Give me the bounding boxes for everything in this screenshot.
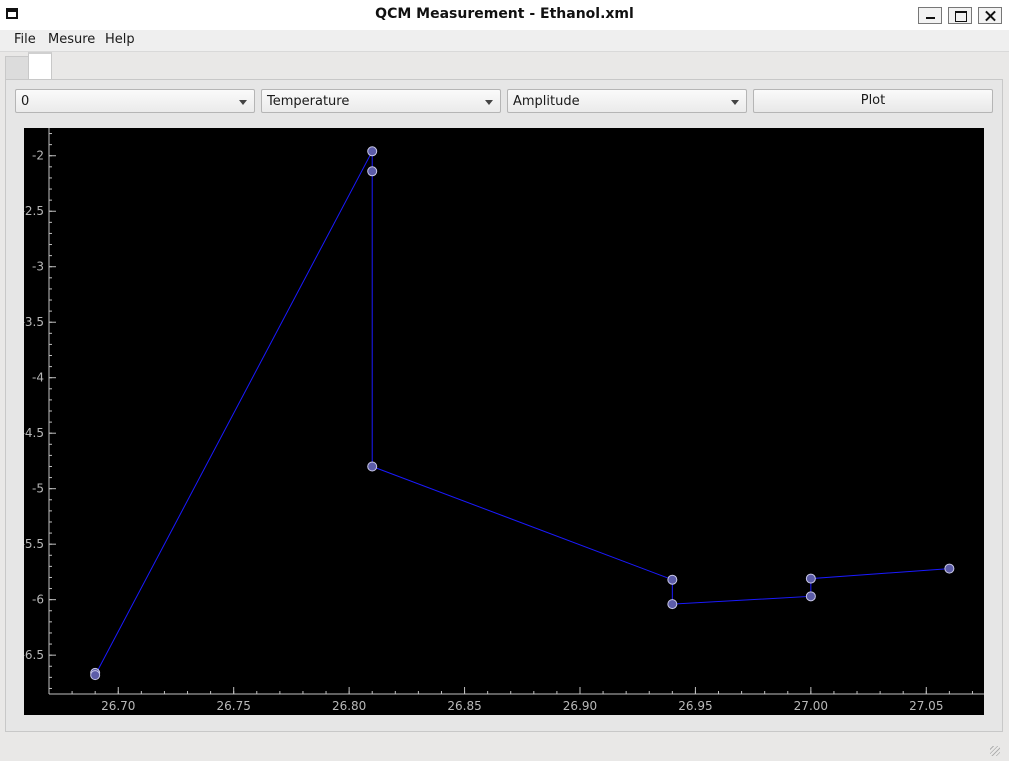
- tab-current[interactable]: [28, 52, 52, 79]
- data-point: [667, 574, 678, 585]
- y-tick-label: -3.5: [24, 315, 44, 329]
- y-tick-label: -5.5: [24, 537, 44, 551]
- data-point: [667, 599, 678, 610]
- y-tick-label: -2.5: [24, 204, 44, 218]
- y-axis-select-value: Amplitude: [513, 94, 580, 109]
- close-button[interactable]: [978, 7, 1002, 24]
- y-tick-label: -5: [32, 482, 44, 496]
- chart-svg: -2 -2.5 -3 -3.5 -4 -4.5 -5 -5.5 -6 -6.5 26.70 26.75…: [21, 128, 984, 715]
- y-tick-label: -4.5: [24, 426, 44, 440]
- x-axis-select-value: Temperature: [267, 94, 350, 109]
- y-axis-select[interactable]: Amplitude: [507, 89, 747, 113]
- data-point: [805, 591, 816, 602]
- x-tick-label: 26.80: [332, 699, 366, 713]
- data-point: [944, 563, 955, 574]
- series-line: [94, 151, 950, 676]
- x-tick-label: 26.90: [563, 699, 597, 713]
- menu-mesure[interactable]: Mesure: [48, 32, 95, 47]
- x-tick-label: 27.05: [909, 699, 943, 713]
- data-point: [367, 146, 378, 157]
- maximize-button[interactable]: [948, 7, 972, 24]
- window-title: QCM Measurement - Ethanol.xml: [375, 6, 634, 22]
- y-tick-label: -4: [32, 371, 44, 385]
- x-tick-label: 27.00: [794, 699, 828, 713]
- data-point: [90, 670, 101, 681]
- y-tick-label: -3: [32, 260, 44, 274]
- chevron-down-icon: [731, 100, 739, 105]
- status-bar: [5, 734, 1004, 760]
- tab-bar: [5, 51, 1004, 79]
- x-tick-label: 26.70: [101, 699, 135, 713]
- x-tick-label: 26.85: [447, 699, 481, 713]
- menu-file[interactable]: File: [14, 32, 36, 47]
- y-tick-label: -2: [32, 149, 44, 163]
- x-tick-label: 26.75: [217, 699, 251, 713]
- y-tick-label: -6.5: [24, 648, 44, 662]
- chevron-down-icon: [485, 100, 493, 105]
- y-tick-label: -6: [32, 593, 44, 607]
- tab-previous[interactable]: [5, 56, 29, 79]
- x-axis-select[interactable]: Temperature: [261, 89, 501, 113]
- menu-bar: File Mesure Help: [0, 30, 1009, 52]
- x-tick-label: 26.95: [678, 699, 712, 713]
- resize-grip-icon[interactable]: [990, 746, 1000, 756]
- sample-select-value: 0: [21, 94, 30, 109]
- data-point: [805, 573, 816, 584]
- data-point: [367, 166, 378, 177]
- sample-select[interactable]: 0: [15, 89, 255, 113]
- chevron-down-icon: [239, 100, 247, 105]
- minimize-button[interactable]: [918, 7, 942, 24]
- plot-area[interactable]: -2 -2.5 -3 -3.5 -4 -4.5 -5 -5.5 -6 -6.5 26.70 26.75…: [21, 128, 984, 715]
- data-point: [367, 461, 378, 472]
- menu-help[interactable]: Help: [105, 32, 135, 47]
- plot-button[interactable]: Plot: [753, 89, 993, 113]
- title-bar: QCM Measurement - Ethanol.xml: [0, 0, 1009, 31]
